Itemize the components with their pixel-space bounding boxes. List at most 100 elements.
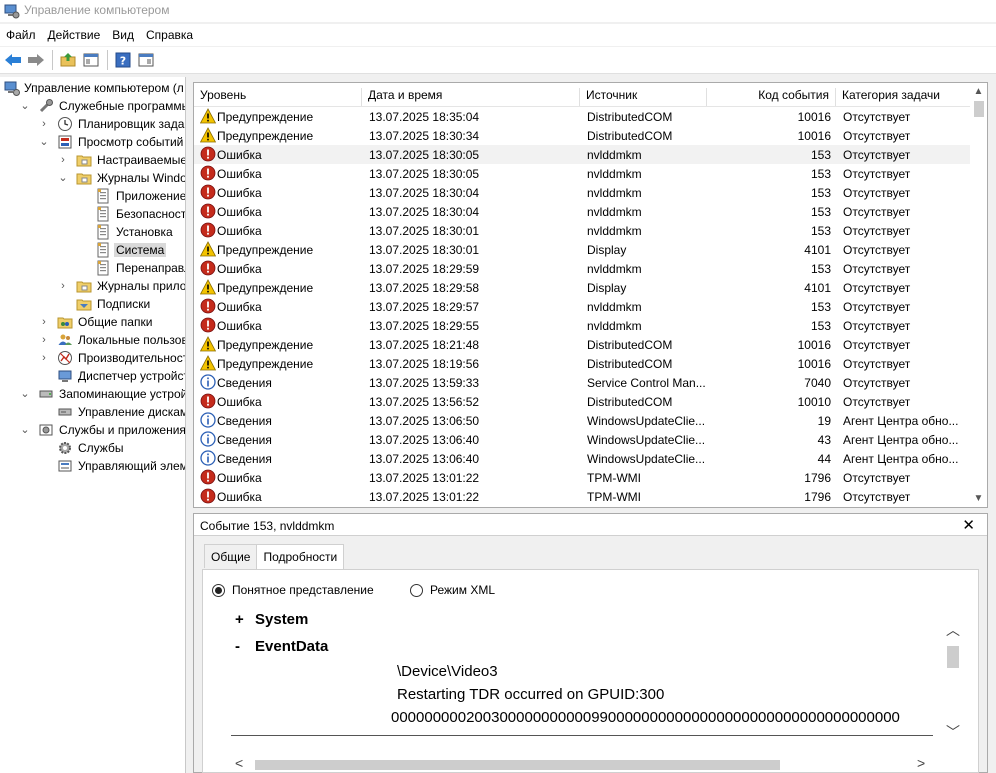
cell-event-code: 7040	[804, 376, 831, 390]
table-row[interactable]: Ошибка 13.07.2025 18:29:57 nvlddmkm 153 Отсу…	[194, 297, 970, 316]
back-button[interactable]	[2, 49, 24, 71]
table-row[interactable]: Ошибка 13.07.2025 13:01:22 TPM-WMI 1796 Отсу…	[194, 487, 970, 506]
table-row[interactable]: Сведения 13.07.2025 13:06:40 WindowsUpdate…	[194, 449, 970, 468]
chevron-right-icon[interactable]: >	[917, 755, 925, 771]
chevron-down-icon[interactable]: ⌄	[19, 99, 31, 113]
column-header-level[interactable]: Уровень	[200, 88, 362, 106]
tree-item[interactable]: Управление компьютером (л	[0, 79, 185, 97]
collapse-icon[interactable]: -	[235, 638, 255, 655]
table-row[interactable]: Ошибка 13.07.2025 18:29:59 nvlddmkm 153 Отсу…	[194, 259, 970, 278]
table-row[interactable]: Сведения 13.07.2025 13:06:50 WindowsUpdate…	[194, 411, 970, 430]
cell-source: DistributedCOM	[587, 338, 673, 352]
table-row[interactable]: Ошибка 13.07.2025 18:30:04 nvlddmkm 153 Отсу…	[194, 202, 970, 221]
cell-level: Предупреждение	[217, 110, 314, 124]
tree-item[interactable]: Диспетчер устройств	[0, 367, 185, 385]
cell-datetime: 13.07.2025 13:06:40	[369, 433, 480, 447]
table-row[interactable]: Ошибка 13.07.2025 18:30:04 nvlddmkm 153 Отсу…	[194, 183, 970, 202]
show-hide-action-pane-button[interactable]	[135, 49, 157, 71]
table-row[interactable]: Предупреждение 13.07.2025 18:19:56 Distrib…	[194, 354, 970, 373]
tree-item[interactable]: ⌄ Службы и приложения	[0, 421, 185, 439]
tree-item[interactable]: Службы	[0, 439, 185, 457]
close-icon[interactable]: ✕	[962, 516, 975, 534]
cell-source: Display	[587, 281, 627, 295]
tree-item[interactable]: › Настраиваемые пр	[0, 151, 185, 169]
chevron-down-icon[interactable]: ﹀	[944, 722, 962, 742]
chevron-left-icon[interactable]: <	[235, 755, 243, 771]
help-button[interactable]: ?	[112, 49, 134, 71]
node-system[interactable]: + System	[235, 611, 308, 628]
table-row[interactable]: Предупреждение 13.07.2025 18:21:48 Distrib…	[194, 335, 970, 354]
up-one-level-button[interactable]	[57, 49, 79, 71]
chevron-down-icon[interactable]: ⌄	[19, 423, 31, 437]
chevron-right-icon[interactable]: ›	[38, 333, 50, 347]
chevron-right-icon[interactable]: ›	[38, 351, 50, 365]
chevron-down-icon[interactable]: ⌄	[57, 171, 69, 185]
column-header-source[interactable]: Источник	[586, 88, 707, 106]
tree-item[interactable]: › Производительность	[0, 349, 185, 367]
details-horizontal-scrollbar[interactable]: < >	[221, 755, 944, 772]
table-row[interactable]: Предупреждение 13.07.2025 18:29:58 Display…	[194, 278, 970, 297]
table-row[interactable]: Сведения 13.07.2025 13:06:40 WindowsUpdate…	[194, 430, 970, 449]
tree-item[interactable]: ⌄ Просмотр событий	[0, 133, 185, 151]
table-row[interactable]: Предупреждение 13.07.2025 18:30:01 Display…	[194, 240, 970, 259]
chevron-right-icon[interactable]: ›	[38, 315, 50, 329]
tree-item[interactable]: › Планировщик заданий	[0, 115, 185, 133]
cell-event-code: 153	[810, 167, 831, 181]
table-row[interactable]: Ошибка 13.07.2025 18:30:01 nvlddmkm 153 Отсу…	[194, 221, 970, 240]
forward-button[interactable]	[25, 49, 47, 71]
chevron-right-icon[interactable]: ›	[57, 153, 69, 167]
table-row[interactable]: Предупреждение 13.07.2025 18:35:04 Distrib…	[194, 107, 970, 126]
tab-general[interactable]: Общие	[204, 544, 258, 568]
menu-view[interactable]: Вид	[106, 24, 140, 46]
chevron-down-icon[interactable]: ⌄	[19, 387, 31, 401]
column-header-datetime[interactable]: Дата и время	[368, 88, 580, 106]
chevron-down-icon[interactable]: ⌄	[38, 135, 50, 149]
node-eventdata[interactable]: - EventData	[235, 638, 328, 655]
tree-item[interactable]: Безопасность	[0, 205, 185, 223]
chevron-right-icon[interactable]: ›	[57, 279, 69, 293]
expand-icon[interactable]: +	[235, 611, 255, 628]
friendly-view-radio[interactable]: Понятное представление	[212, 583, 374, 597]
wmi-icon	[57, 458, 73, 474]
tree-item[interactable]: ⌄ Запоминающие устройст	[0, 385, 185, 403]
show-hide-tree-button[interactable]	[80, 49, 102, 71]
menu-help[interactable]: Справка	[140, 24, 199, 46]
column-header-task-category[interactable]: Категория задачи	[842, 88, 968, 106]
chevron-right-icon[interactable]: ›	[38, 117, 50, 131]
xml-view-radio[interactable]: Режим XML	[410, 583, 495, 597]
chevron-up-icon[interactable]: ︿	[944, 620, 962, 640]
tree-item[interactable]: Установка	[0, 223, 185, 241]
tree-item[interactable]: ⌄ Служебные программы	[0, 97, 185, 115]
tools-icon	[38, 98, 54, 114]
menu-action[interactable]: Действие	[42, 24, 107, 46]
tree-item[interactable]: › Журналы приложе	[0, 277, 185, 295]
table-row[interactable]: Ошибка 13.07.2025 18:30:05 nvlddmkm 153 Отсу…	[194, 145, 970, 164]
details-vertical-scrollbar[interactable]: ︿ ﹀	[944, 608, 962, 756]
tree-item[interactable]: Управляющий элемен	[0, 457, 185, 475]
table-row[interactable]: Ошибка 13.07.2025 13:01:22 TPM-WMI 1796 Отсу…	[194, 468, 970, 487]
tab-details[interactable]: Подробности	[256, 544, 345, 570]
scrollbar-thumb[interactable]	[255, 760, 780, 770]
tree-item[interactable]: › Локальные пользовате	[0, 331, 185, 349]
table-row[interactable]: Ошибка 13.07.2025 18:30:05 nvlddmkm 153 Отсу…	[194, 164, 970, 183]
table-row[interactable]: Ошибка 13.07.2025 18:29:55 nvlddmkm 153 Отсу…	[194, 316, 970, 335]
scroll-down-icon[interactable]: ▼	[970, 490, 987, 507]
column-header-event-code[interactable]: Код события	[714, 88, 836, 106]
tree-item[interactable]: › Общие папки	[0, 313, 185, 331]
tree-item[interactable]: Подписки	[0, 295, 185, 313]
tree-item[interactable]: Перенаправлен	[0, 259, 185, 277]
scroll-up-icon[interactable]: ▲	[970, 83, 987, 100]
scrollbar-thumb[interactable]	[947, 646, 959, 668]
table-row[interactable]: Предупреждение 13.07.2025 18:30:34 Distrib…	[194, 126, 970, 145]
tree-item[interactable]: ⌄ Журналы Windows	[0, 169, 185, 187]
menu-file[interactable]: Файл	[0, 24, 42, 46]
cell-task-category: Агент Центра обно...	[843, 433, 959, 447]
table-row[interactable]: Ошибка 13.07.2025 13:56:52 DistributedCOM 1…	[194, 392, 970, 411]
tree-item[interactable]: Приложение	[0, 187, 185, 205]
scrollbar-thumb[interactable]	[974, 101, 984, 117]
table-row[interactable]: Сведения 13.07.2025 13:59:33 Service Contr…	[194, 373, 970, 392]
tree-item[interactable]: Управление дисками	[0, 403, 185, 421]
tree-item[interactable]: Система	[0, 241, 185, 259]
events-list-scrollbar[interactable]: ▲ ▼	[970, 83, 987, 507]
cell-task-category: Отсутствует	[843, 395, 911, 409]
